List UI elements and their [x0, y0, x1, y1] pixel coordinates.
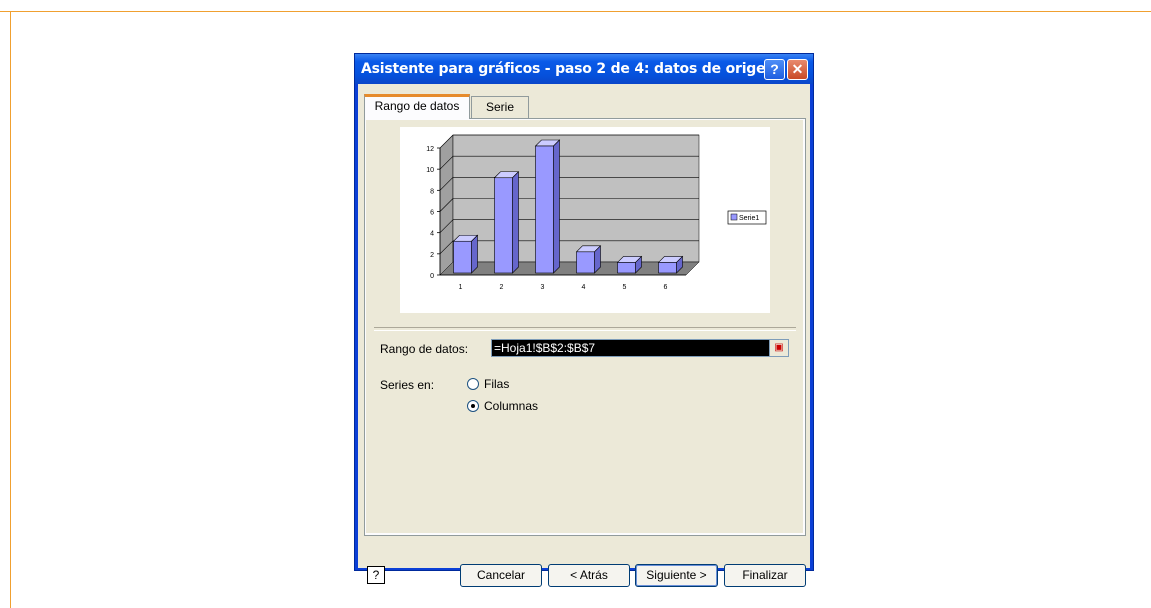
range-input[interactable]: =Hoja1!$B$2:$B$7 ▣: [491, 339, 789, 357]
back-button[interactable]: < Atrás: [548, 564, 630, 587]
bar-side: [471, 234, 478, 274]
radio-columnas-label[interactable]: Columnas: [484, 399, 538, 413]
dialog-title: Asistente para gráficos - paso 2 de 4: d…: [361, 61, 776, 77]
radio-filas[interactable]: [467, 378, 479, 390]
close-button[interactable]: ✕: [787, 59, 808, 80]
chart-svg: 0246810121 2 3 4 5 6Serie1: [426, 134, 767, 291]
bar: [617, 262, 636, 274]
y-tick-label: 4: [430, 231, 434, 238]
series-in-label: Series en:: [380, 378, 435, 392]
title-bar[interactable]: Asistente para gráficos - paso 2 de 4: d…: [355, 54, 813, 84]
finish-button[interactable]: Finalizar: [724, 564, 806, 587]
bar-side: [512, 171, 519, 274]
x-tick-label: 4: [582, 284, 586, 291]
bar: [658, 262, 677, 274]
help-button[interactable]: ?: [764, 59, 785, 80]
chart-preview: 0 2 4 6 8 10 12 1 2 3 4 5 6 Serie1: [400, 127, 770, 313]
y-tick-label: 6: [430, 210, 434, 217]
help-icon[interactable]: ?: [367, 566, 385, 584]
legend-swatch: [730, 213, 738, 221]
y-tick-label: 2: [430, 252, 434, 259]
next-button[interactable]: Siguiente >: [635, 564, 718, 587]
y-tick-label: 12: [426, 146, 434, 153]
frame-left-border: [10, 11, 11, 608]
range-label: Rango de datos:: [380, 342, 469, 356]
x-tick-label: 2: [500, 284, 504, 291]
x-tick-label: 1: [459, 284, 463, 291]
bar: [535, 145, 554, 274]
tab-rango-de-datos[interactable]: Rango de datos: [364, 94, 470, 119]
bar: [453, 240, 472, 274]
x-tick-label: 3: [541, 284, 545, 291]
cancel-button[interactable]: Cancelar: [460, 564, 542, 587]
radio-filas-label[interactable]: Filas: [484, 377, 509, 391]
bar: [576, 251, 595, 274]
legend-label: Serie1: [739, 215, 759, 222]
y-tick-label: 0: [430, 273, 434, 280]
collapse-dialog-icon[interactable]: ▣: [769, 340, 788, 356]
frame-top-border: [0, 11, 1151, 12]
tab-serie[interactable]: Serie: [471, 96, 529, 118]
bar-side: [553, 139, 560, 274]
separator: [374, 327, 796, 331]
range-input-value: =Hoja1!$B$2:$B$7: [494, 341, 596, 355]
y-tick-label: 8: [430, 188, 434, 195]
bar: [494, 177, 513, 274]
radio-columnas[interactable]: [467, 400, 479, 412]
y-tick-label: 10: [426, 167, 434, 174]
dialog-client: Rango de datos Serie 0 2 4 6 8 10 12 1 2 3 4 5 6 Seri…: [358, 84, 810, 587]
x-tick-label: 6: [664, 284, 668, 291]
tab-panel: 0 2 4 6 8 10 12 1 2 3 4 5 6 Serie1 Rango de datos: =H…: [364, 118, 806, 536]
x-tick-label: 5: [623, 284, 627, 291]
chart-wizard-dialog: Asistente para gráficos - paso 2 de 4: d…: [354, 53, 814, 587]
